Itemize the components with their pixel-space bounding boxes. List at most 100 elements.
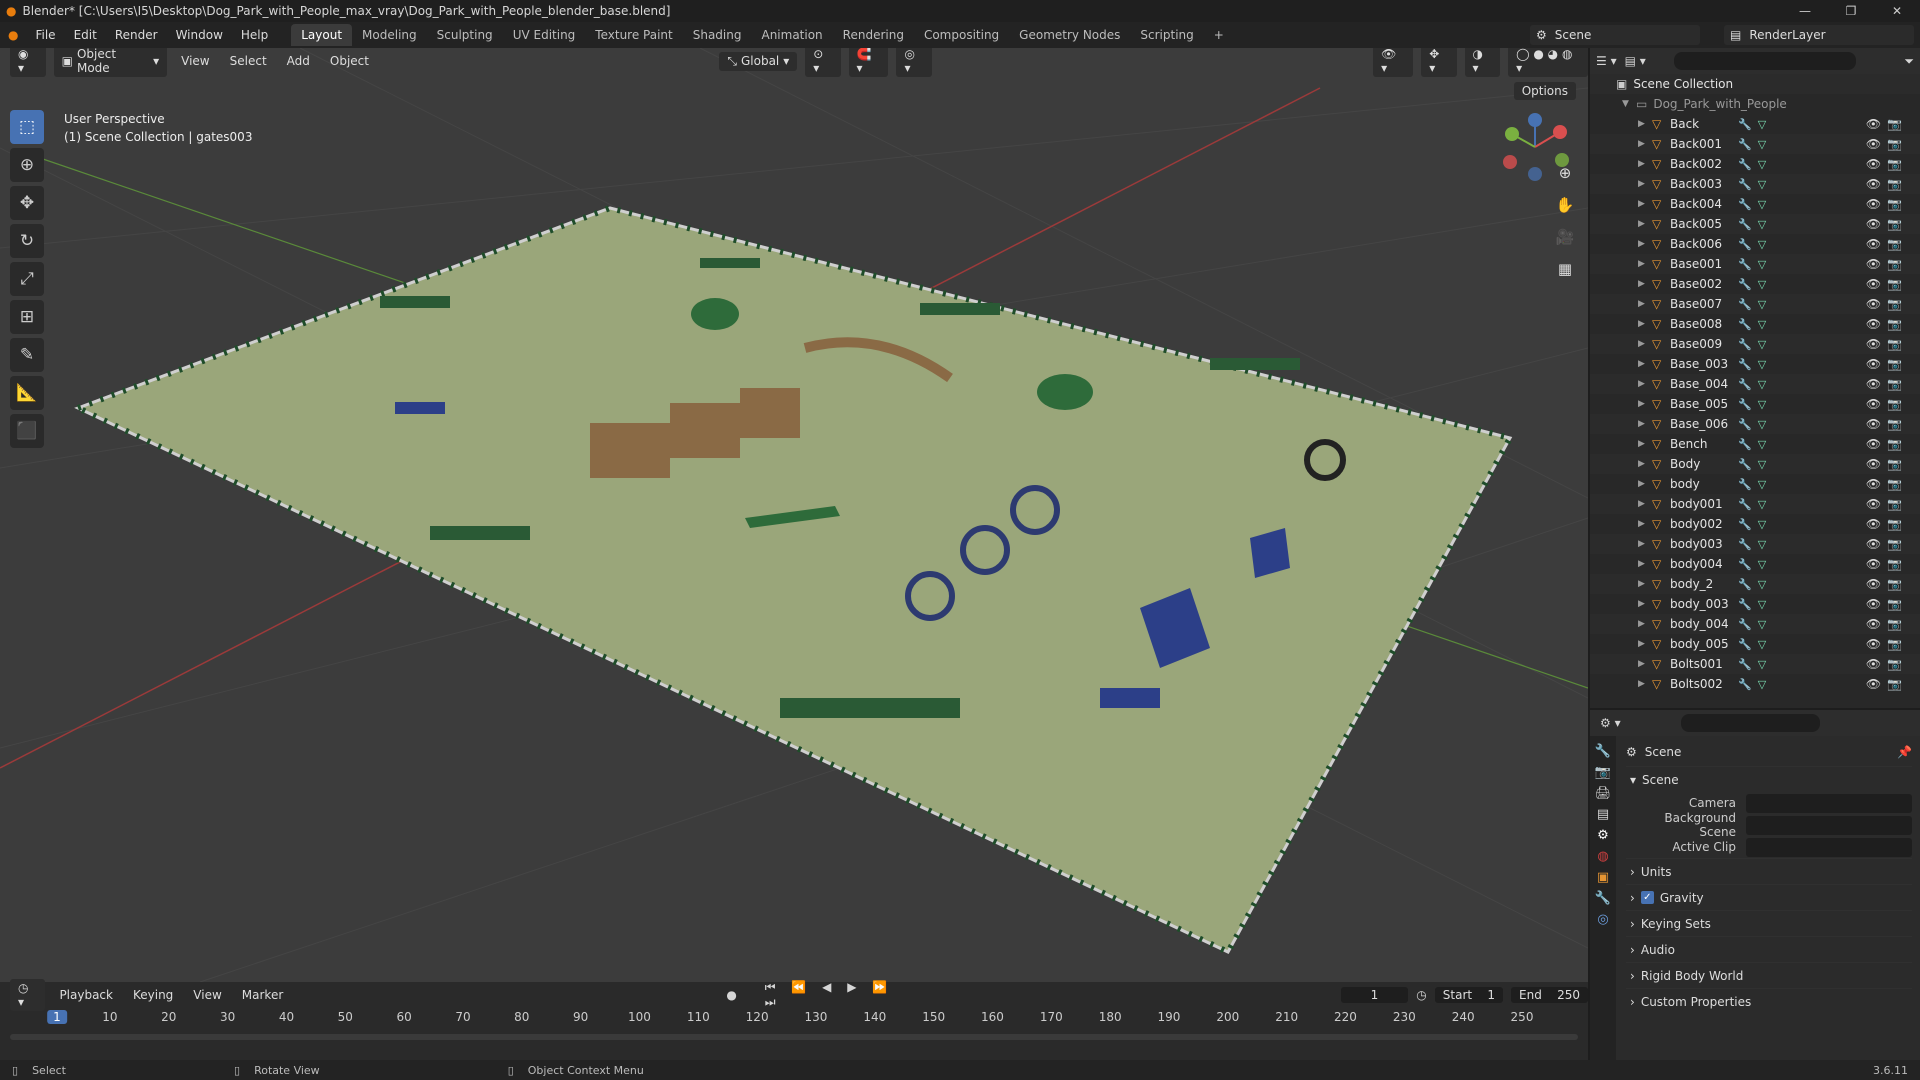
outliner-item[interactable]: ▶ ▽ Bolts001 🔧 ▽ 👁📷: [1590, 654, 1920, 674]
outliner-item[interactable]: ▶ ▽ Back004 🔧 ▽ 👁📷: [1590, 194, 1920, 214]
tab-geometry-nodes[interactable]: Geometry Nodes: [1009, 24, 1130, 46]
mesh-data-icon[interactable]: ▽: [1758, 338, 1766, 351]
visibility-button[interactable]: 👁 ▾: [1373, 48, 1414, 77]
visibility-icons[interactable]: 👁📷: [1866, 597, 1908, 611]
view-layer-tab-icon[interactable]: ▤: [1597, 807, 1609, 822]
outliner-root[interactable]: ▣ Scene Collection: [1590, 74, 1920, 94]
audio-panel[interactable]: › Audio: [1626, 936, 1912, 962]
visibility-icons[interactable]: 👁📷: [1866, 157, 1908, 171]
modifier-wrench-icon[interactable]: 🔧 ▽: [1738, 638, 1766, 651]
menu-window[interactable]: Window: [167, 28, 232, 42]
chevron-right-icon[interactable]: ▶: [1638, 359, 1652, 369]
outliner-item[interactable]: ▶ ▽ body001 🔧 ▽ 👁📷: [1590, 494, 1920, 514]
modifiers-tab-icon[interactable]: 🔧: [1595, 891, 1611, 906]
chevron-right-icon[interactable]: ▶: [1638, 179, 1652, 189]
background-scene-field[interactable]: [1746, 815, 1912, 835]
menu-object[interactable]: Object: [324, 54, 375, 68]
chevron-right-icon[interactable]: ▶: [1638, 419, 1652, 429]
visibility-icons[interactable]: 👁📷: [1866, 577, 1908, 591]
tool-tab-icon[interactable]: 🔧: [1595, 744, 1611, 759]
outliner-item[interactable]: ▶ ▽ Back 🔧 ▽ 👁📷: [1590, 114, 1920, 134]
chevron-right-icon[interactable]: ▶: [1638, 459, 1652, 469]
timeline-scrollbar[interactable]: [10, 1034, 1578, 1040]
rotate-tool-icon[interactable]: ↻: [10, 224, 44, 258]
visibility-icons[interactable]: 👁📷: [1866, 497, 1908, 511]
add-cube-tool-icon[interactable]: ⬛: [10, 414, 44, 448]
mesh-data-icon[interactable]: ▽: [1758, 258, 1766, 271]
add-workspace-button[interactable]: +: [1204, 24, 1234, 46]
visibility-icons[interactable]: 👁📷: [1866, 257, 1908, 271]
tab-compositing[interactable]: Compositing: [914, 24, 1009, 46]
outliner-item[interactable]: ▶ ▽ body_003 🔧 ▽ 👁📷: [1590, 594, 1920, 614]
outliner-item[interactable]: ▶ ▽ Base008 🔧 ▽ 👁📷: [1590, 314, 1920, 334]
visibility-icons[interactable]: 👁📷: [1866, 397, 1908, 411]
playback-controls[interactable]: ⏮ ⏪ ◀ ▶ ⏩ ⏭: [765, 980, 913, 1010]
mesh-data-icon[interactable]: ▽: [1758, 518, 1766, 531]
mesh-data-icon[interactable]: ▽: [1758, 318, 1766, 331]
outliner-item[interactable]: ▶ ▽ Bench 🔧 ▽ 👁📷: [1590, 434, 1920, 454]
modifier-wrench-icon[interactable]: 🔧 ▽: [1738, 258, 1766, 271]
maximize-button[interactable]: ❐: [1828, 0, 1874, 22]
mesh-data-icon[interactable]: ▽: [1758, 618, 1766, 631]
mesh-data-icon[interactable]: ▽: [1758, 478, 1766, 491]
annotate-tool-icon[interactable]: ✎: [10, 338, 44, 372]
outliner-item[interactable]: ▶ ▽ Base_004 🔧 ▽ 👁📷: [1590, 374, 1920, 394]
record-icon[interactable]: ●: [726, 988, 736, 1002]
menu-view[interactable]: View: [175, 54, 215, 68]
pivot-point-button[interactable]: ⊙ ▾: [805, 48, 841, 77]
custom-properties-panel[interactable]: › Custom Properties: [1626, 988, 1912, 1014]
mesh-data-icon[interactable]: ▽: [1758, 558, 1766, 571]
start-frame-field[interactable]: Start 1: [1434, 987, 1504, 1003]
chevron-right-icon[interactable]: ▶: [1638, 219, 1652, 229]
visibility-icons[interactable]: 👁📷: [1866, 197, 1908, 211]
outliner-item[interactable]: ▶ ▽ Base002 🔧 ▽ 👁📷: [1590, 274, 1920, 294]
blender-menu-icon[interactable]: ●: [0, 28, 26, 42]
scene-tab-icon[interactable]: ⚙: [1597, 828, 1609, 843]
outliner-item[interactable]: ▶ ▽ body 🔧 ▽ 👁📷: [1590, 474, 1920, 494]
visibility-icons[interactable]: 👁📷: [1866, 357, 1908, 371]
ortho-grid-icon[interactable]: ▦: [1552, 256, 1578, 282]
proportional-edit-button[interactable]: ◎ ▾: [896, 48, 933, 77]
outliner-item[interactable]: ▶ ▽ body_005 🔧 ▽ 👁📷: [1590, 634, 1920, 654]
options-button[interactable]: Options: [1513, 82, 1576, 100]
transform-tool-icon[interactable]: ⊞: [10, 300, 44, 334]
visibility-icons[interactable]: 👁📷: [1866, 617, 1908, 631]
modifier-wrench-icon[interactable]: 🔧 ▽: [1738, 238, 1766, 251]
mesh-data-icon[interactable]: ▽: [1758, 458, 1766, 471]
shading-buttons[interactable]: ◯ ● ◕ ◍ ▾: [1508, 48, 1588, 77]
clock-icon[interactable]: ◷: [1416, 988, 1426, 1002]
chevron-right-icon[interactable]: ▶: [1638, 119, 1652, 129]
chevron-right-icon[interactable]: ▶: [1638, 559, 1652, 569]
visibility-icons[interactable]: 👁📷: [1866, 637, 1908, 651]
properties-search-input[interactable]: [1680, 714, 1820, 732]
modifier-wrench-icon[interactable]: 🔧 ▽: [1738, 218, 1766, 231]
chevron-right-icon[interactable]: ▶: [1638, 319, 1652, 329]
modifier-wrench-icon[interactable]: 🔧 ▽: [1738, 318, 1766, 331]
modifier-wrench-icon[interactable]: 🔧 ▽: [1738, 418, 1766, 431]
gravity-checkbox[interactable]: ✓: [1640, 891, 1654, 904]
measure-tool-icon[interactable]: 📐: [10, 376, 44, 410]
mesh-data-icon[interactable]: ▽: [1758, 158, 1766, 171]
outliner-item[interactable]: ▶ ▽ Base_003 🔧 ▽ 👁📷: [1590, 354, 1920, 374]
chevron-right-icon[interactable]: ▶: [1638, 159, 1652, 169]
menu-help[interactable]: Help: [232, 28, 277, 42]
active-clip-field[interactable]: [1746, 837, 1912, 857]
tab-shading[interactable]: Shading: [683, 24, 752, 46]
mesh-data-icon[interactable]: ▽: [1758, 238, 1766, 251]
tab-rendering[interactable]: Rendering: [833, 24, 914, 46]
outliner-search-input[interactable]: [1673, 52, 1857, 70]
scene-section-header[interactable]: ▾ Scene: [1626, 766, 1912, 792]
outliner-item[interactable]: ▶ ▽ Back002 🔧 ▽ 👁📷: [1590, 154, 1920, 174]
chevron-right-icon[interactable]: ▶: [1638, 619, 1652, 629]
outliner-item[interactable]: ▶ ▽ Back005 🔧 ▽ 👁📷: [1590, 214, 1920, 234]
outliner-collection[interactable]: ▼ ▭ Dog_Park_with_People: [1590, 94, 1920, 114]
mesh-data-icon[interactable]: ▽: [1758, 278, 1766, 291]
modifier-wrench-icon[interactable]: 🔧 ▽: [1738, 578, 1766, 591]
units-panel[interactable]: › Units: [1626, 858, 1912, 884]
visibility-icons[interactable]: 👁📷: [1866, 277, 1908, 291]
modifier-wrench-icon[interactable]: 🔧 ▽: [1738, 338, 1766, 351]
rigid-body-world-panel[interactable]: › Rigid Body World: [1626, 962, 1912, 988]
mesh-data-icon[interactable]: ▽: [1758, 438, 1766, 451]
modifier-wrench-icon[interactable]: 🔧 ▽: [1738, 538, 1766, 551]
outliner-item[interactable]: ▶ ▽ Base_005 🔧 ▽ 👁📷: [1590, 394, 1920, 414]
